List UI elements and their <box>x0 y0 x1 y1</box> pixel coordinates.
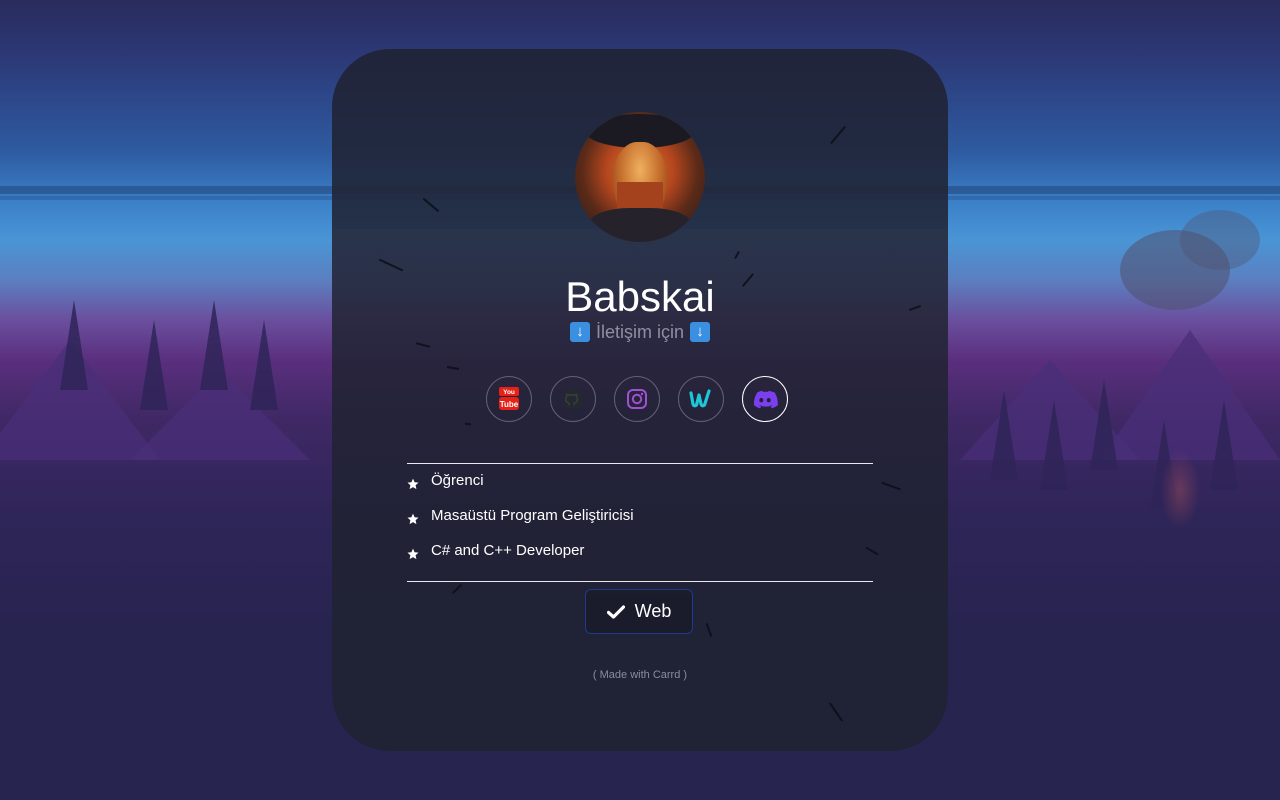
background-tree <box>1210 400 1238 490</box>
background-tree <box>990 390 1018 480</box>
background-tree <box>60 300 88 390</box>
divider-bottom <box>407 581 873 582</box>
roles-list: Öğrenci Masaüstü Program Geliştiricisi C… <box>407 471 873 576</box>
list-item: C# and C++ Developer <box>407 541 873 576</box>
profile-name: Babskai <box>565 273 715 320</box>
star-icon <box>407 513 419 525</box>
check-icon <box>606 604 625 619</box>
discord-link[interactable] <box>742 376 788 422</box>
decor-streak <box>452 584 462 594</box>
list-item: Masaüstü Program Geliştiricisi <box>407 506 873 541</box>
divider-top <box>407 463 873 464</box>
made-with-carrd-link[interactable]: ( Made with Carrd ) <box>332 669 948 681</box>
background-cloud <box>1180 210 1260 270</box>
decor-streak <box>830 125 846 145</box>
down-arrow-icon: ↓ <box>569 322 590 342</box>
discord-icon <box>754 390 778 409</box>
background-mountain <box>1100 330 1280 460</box>
avatar <box>575 112 705 242</box>
background-tree <box>250 320 278 410</box>
background-tree <box>140 320 168 410</box>
decor-streak <box>422 197 440 213</box>
star-icon <box>407 478 419 490</box>
youtube-icon: You Tube <box>499 387 519 410</box>
role-text: C# and C++ Developer <box>431 542 585 559</box>
web-button-label: Web <box>634 601 672 621</box>
svg-text:Tube: Tube <box>500 400 519 409</box>
background-tree <box>1040 400 1068 490</box>
instagram-icon <box>627 389 647 409</box>
svg-text:You: You <box>503 389 515 396</box>
social-links: You Tube <box>486 376 794 424</box>
instagram-link[interactable] <box>614 376 660 422</box>
profile-subtitle: ↓ İletişim için ↓ <box>332 321 948 343</box>
github-icon <box>563 389 583 409</box>
upwork-link[interactable] <box>678 376 724 422</box>
youtube-link[interactable]: You Tube <box>486 376 532 422</box>
avatar-coat <box>589 208 691 242</box>
role-text: Öğrenci <box>431 472 484 489</box>
decor-streak <box>828 702 844 722</box>
list-item: Öğrenci <box>407 471 873 506</box>
background-tree <box>200 300 228 390</box>
role-text: Masaüstü Program Geliştiricisi <box>431 507 634 524</box>
star-icon <box>407 548 419 560</box>
background-glow <box>1160 450 1200 530</box>
subtitle-text: İletişim için <box>595 322 684 342</box>
web-button[interactable]: Web <box>585 589 693 634</box>
profile-card: Babskai ↓ İletişim için ↓ You Tube Öğren… <box>332 49 948 751</box>
down-arrow-icon: ↓ <box>690 322 710 342</box>
decor-streak <box>705 623 713 637</box>
background-tree <box>1090 380 1118 470</box>
github-link[interactable] <box>550 376 596 422</box>
upwork-icon <box>689 389 711 408</box>
